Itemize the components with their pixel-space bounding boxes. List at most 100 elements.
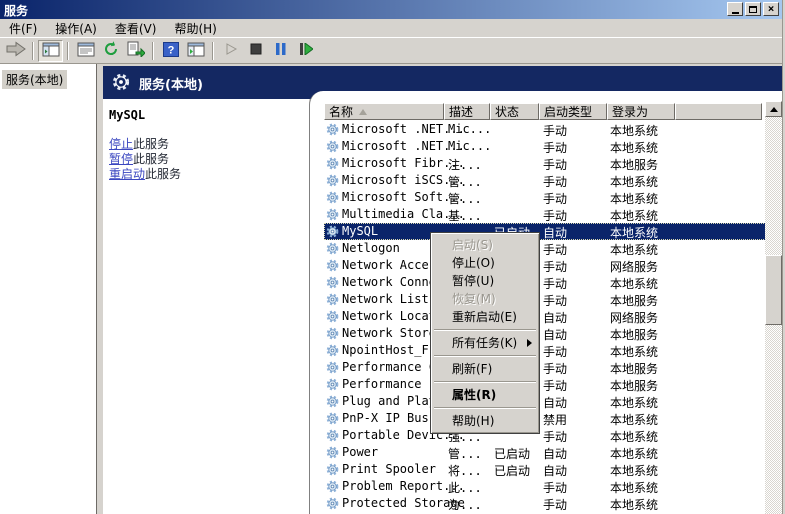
start-service-button[interactable] xyxy=(218,40,243,62)
column-header-名称[interactable]: 名称 xyxy=(324,103,444,120)
table-row-Network-Store[interactable]: Network Store . 自动 本地服务 xyxy=(324,325,772,342)
cell-name: Power xyxy=(342,445,379,459)
table-row-NpointHost-Free[interactable]: NpointHost_Free 手动 本地系统 xyxy=(324,342,772,359)
maximize-button[interactable] xyxy=(745,2,761,16)
context-menu-item-所有任务[interactable]: 所有任务(K) xyxy=(432,334,538,352)
table-row-Multimedia-Cla[interactable]: Multimedia Cla... 基... 手动 本地系统 xyxy=(324,206,772,223)
service-gear-icon xyxy=(326,412,339,428)
menu-item-view[interactable]: 查看(V) xyxy=(106,18,166,39)
table-row-Plug-and-Play[interactable]: Plug and Play 自动 本地系统 xyxy=(324,393,772,410)
table-row-Power[interactable]: Power 管... 已启动 自动 本地系统 xyxy=(324,444,772,461)
table-row-PnP-X-IP-Bus-E[interactable]: PnP-X IP Bus E. 禁用 本地系统 xyxy=(324,410,772,427)
cell-name: Microsoft .NET... xyxy=(342,122,465,136)
restart-service-button[interactable] xyxy=(293,40,318,62)
table-row-Protected-Storage[interactable]: Protected Storage 为... 手动 本地系统 xyxy=(324,495,772,512)
context-menu-item-暂停[interactable]: 暂停(U) xyxy=(432,272,538,290)
menu-item-action[interactable]: 操作(A) xyxy=(46,18,106,39)
cell-startup: 手动 xyxy=(543,175,568,189)
forward-button[interactable] xyxy=(3,40,28,62)
cell-startup: 手动 xyxy=(543,362,568,376)
pause-service-button[interactable] xyxy=(268,40,293,62)
show-console-tree-button[interactable] xyxy=(38,39,63,62)
table-row-Problem-Report[interactable]: Problem Report... 此... 手动 本地系统 xyxy=(324,478,772,495)
table-row-Network-Access[interactable]: Network Access. 手动 网络服务 xyxy=(324,257,772,274)
title-bar: 服务 × xyxy=(0,0,785,19)
column-header-描述[interactable]: 描述 xyxy=(444,103,490,120)
vertical-scrollbar[interactable] xyxy=(765,101,782,514)
table-row-Portable-Devic[interactable]: Portable Devic... 强... 手动 本地系统 xyxy=(324,427,772,444)
service-gear-icon xyxy=(326,123,339,139)
refresh-button[interactable] xyxy=(98,40,123,62)
cell-startup: 禁用 xyxy=(543,413,568,427)
cell-startup: 手动 xyxy=(543,379,568,393)
minimize-button[interactable] xyxy=(727,2,743,16)
selected-service-name: MySQL xyxy=(109,108,146,122)
cell-status: 已启动 xyxy=(494,447,531,461)
context-menu-item-停止[interactable]: 停止(O) xyxy=(432,254,538,272)
forward-icon xyxy=(5,41,27,60)
table-row-Microsoft-NET[interactable]: Microsoft .NET... Mic... 手动 本地系统 xyxy=(324,138,772,155)
menu-item-help[interactable]: 帮助(H) xyxy=(165,18,225,39)
table-row-Print-Spooler[interactable]: Print Spooler 将... 已启动 自动 本地系统 xyxy=(324,461,772,478)
table-row-Performance-Lo[interactable]: Performance Lo. 手动 本地服务 xyxy=(324,376,772,393)
list-header: 名称 描述 状态 启动类型 登录为 xyxy=(324,103,762,120)
export-list-button[interactable] xyxy=(123,40,148,62)
help-button[interactable]: ? xyxy=(158,40,183,62)
cell-startup: 手动 xyxy=(543,430,568,444)
column-header-启动类型[interactable]: 启动类型 xyxy=(539,103,607,120)
context-menu-item-属性[interactable]: 属性(R) xyxy=(432,386,538,404)
table-row-Microsoft-Fibr[interactable]: Microsoft Fibr... 注... 手动 本地服务 xyxy=(324,155,772,172)
menu-separator xyxy=(434,355,536,357)
service-link-暂停[interactable]: 暂停此服务 xyxy=(109,152,181,167)
services-gear-icon xyxy=(112,73,130,94)
table-row-Microsoft-iSCS[interactable]: Microsoft iSCS... 管... 手动 本地系统 xyxy=(324,172,772,189)
cell-logon: 本地系统 xyxy=(610,141,659,155)
maximize-icon xyxy=(749,5,757,13)
restart-service-icon xyxy=(299,42,314,58)
context-menu-item-刷新[interactable]: 刷新(F) xyxy=(432,360,538,378)
cell-startup: 手动 xyxy=(543,277,568,291)
submenu-arrow-icon xyxy=(527,339,532,347)
table-row-Microsoft-NET[interactable]: Microsoft .NET... Mic... 手动 本地系统 xyxy=(324,121,772,138)
cell-startup: 手动 xyxy=(543,498,568,512)
stop-service-button[interactable] xyxy=(243,40,268,62)
cell-startup: 自动 xyxy=(543,396,568,410)
context-menu-item-重新启动[interactable]: 重新启动(E) xyxy=(432,308,538,326)
tree-item-services-local[interactable]: 服务(本地) xyxy=(2,70,68,89)
context-menu-item-帮助[interactable]: 帮助(H) xyxy=(432,412,538,430)
cell-logon: 本地系统 xyxy=(610,498,659,512)
scrollbar-thumb[interactable] xyxy=(765,255,782,325)
cell-desc: 管... xyxy=(448,192,482,206)
toolbar-separator xyxy=(152,41,154,60)
cell-logon: 本地系统 xyxy=(610,481,659,495)
scroll-up-button[interactable] xyxy=(765,101,782,117)
show-taskpad-button[interactable] xyxy=(183,40,208,62)
cell-desc: 为... xyxy=(448,498,482,512)
table-row-Network-List-S[interactable]: Network List S. 手动 本地服务 xyxy=(324,291,772,308)
export-list-icon xyxy=(127,41,146,60)
properties-window-icon xyxy=(77,42,95,60)
cell-name: Plug and Play xyxy=(342,394,436,408)
cell-startup: 手动 xyxy=(543,481,568,495)
service-link-重启动[interactable]: 重启动此服务 xyxy=(109,167,181,182)
menu-item-file[interactable]: 件(F) xyxy=(0,18,46,39)
service-gear-icon xyxy=(326,208,339,224)
column-header-登录为[interactable]: 登录为 xyxy=(607,103,675,120)
table-row-Network-Locati[interactable]: Network Locati. 自动 网络服务 xyxy=(324,308,772,325)
close-button[interactable]: × xyxy=(763,2,779,16)
properties-window-button[interactable] xyxy=(73,40,98,62)
link-suffix-text: 此服务 xyxy=(133,137,170,151)
table-row-Network-Connec[interactable]: Network Connec. 手动 本地系统 xyxy=(324,274,772,291)
cell-startup: 手动 xyxy=(543,192,568,206)
column-header-blank[interactable] xyxy=(675,103,762,120)
table-row-Netlogon[interactable]: Netlogon 手动 本地系统 xyxy=(324,240,772,257)
service-gear-icon xyxy=(326,310,339,326)
cell-desc: 将... xyxy=(448,464,482,478)
table-row-Performance-Co[interactable]: Performance Co. 手动 本地服务 xyxy=(324,359,772,376)
table-row-MySQL[interactable]: MySQL已启动自动本地系统 xyxy=(324,223,772,240)
service-list: 名称 描述 状态 启动类型 登录为 Microsoft .NET... Mic... 手动本… xyxy=(309,91,782,514)
service-link-停止[interactable]: 停止此服务 xyxy=(109,137,181,152)
column-header-状态[interactable]: 状态 xyxy=(490,103,539,120)
service-gear-icon xyxy=(326,140,339,156)
table-row-Microsoft-Soft[interactable]: Microsoft Soft... 管... 手动 本地系统 xyxy=(324,189,772,206)
